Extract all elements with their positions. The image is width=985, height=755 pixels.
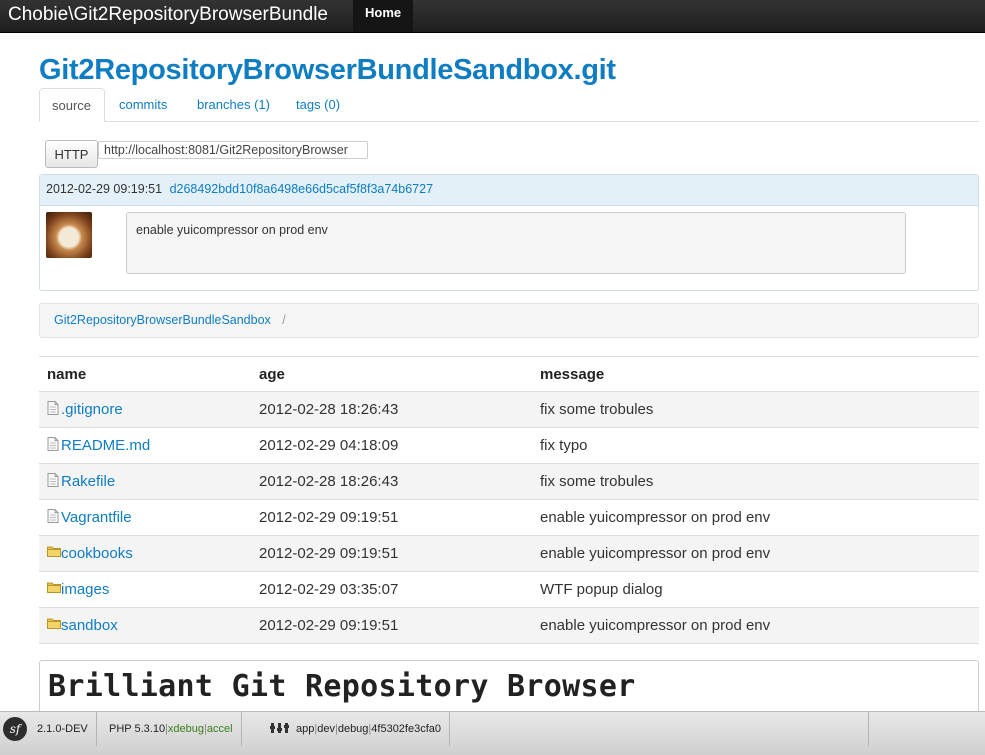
cell-name: sandbox: [39, 607, 251, 644]
cell-age: 2012-02-29 09:19:51: [251, 535, 532, 572]
config-env: dev: [317, 723, 335, 735]
cell-message: fix typo: [532, 427, 979, 464]
cell-name: cookbooks: [39, 535, 251, 572]
file-link[interactable]: README.md: [61, 437, 150, 454]
breadcrumb-separator: /: [282, 313, 286, 327]
clone-protocol-button[interactable]: HTTP: [45, 140, 98, 168]
tab-tags[interactable]: tags (0): [284, 88, 352, 122]
table-row: cookbooks 2012-02-29 09:19:51 enable yuico…: [39, 535, 979, 572]
folder-icon: [47, 617, 61, 631]
repo-tabs: source commits branches (1) tags (0): [39, 88, 979, 122]
php-version: PHP 5.3.10: [109, 723, 166, 735]
file-link[interactable]: .gitignore: [61, 401, 123, 418]
php-info[interactable]: PHP 5.3.10|xdebug|accel: [101, 712, 242, 746]
toolbar-end-panel: [868, 712, 985, 746]
commit-hash-link[interactable]: d268492bdd10f8a6498e66d5caf5f8f3a74b6727: [170, 182, 433, 196]
cell-age: 2012-02-29 09:19:51: [251, 499, 532, 536]
file-link[interactable]: sandbox: [61, 617, 118, 634]
file-link[interactable]: Vagrantfile: [61, 509, 132, 526]
table-row: images 2012-02-29 03:35:07 WTF popup dialo…: [39, 571, 979, 608]
debug-toolbar: sf 2.1.0-DEV PHP 5.3.10|xdebug|accel app…: [0, 711, 985, 755]
table-row: README.md 2012-02-29 04:18:09 fix typo: [39, 427, 979, 464]
breadcrumb: Git2RepositoryBrowserBundleSandbox /: [39, 303, 979, 338]
cell-age: 2012-02-29 04:18:09: [251, 427, 532, 464]
column-header-name: name: [39, 356, 251, 392]
cell-age: 2012-02-29 03:35:07: [251, 571, 532, 608]
cell-message: enable yuicompressor on prod env: [532, 607, 979, 644]
cell-message: WTF popup dialog: [532, 571, 979, 608]
readme-title: Brilliant Git Repository Browser: [48, 669, 636, 704]
file-icon: [47, 437, 59, 451]
file-icon: [47, 473, 59, 487]
cell-name: .gitignore: [39, 391, 251, 428]
config-bars-icon: [270, 715, 290, 749]
cell-name: Rakefile: [39, 463, 251, 500]
file-link[interactable]: cookbooks: [61, 545, 133, 562]
file-table: name age message .gitignore 2012-02-28 18…: [39, 356, 979, 644]
brand-title[interactable]: Chobie\Git2RepositoryBrowserBundle: [8, 2, 328, 28]
file-link[interactable]: Rakefile: [61, 473, 115, 490]
commit-message: enable yuicompressor on prod env: [126, 212, 906, 274]
table-row: Rakefile 2012-02-28 18:26:43 fix some trob…: [39, 463, 979, 500]
cell-age: 2012-02-29 09:19:51: [251, 607, 532, 644]
commit-date: 2012-02-29 09:19:51: [46, 182, 163, 196]
cell-name: README.md: [39, 427, 251, 464]
file-icon: [47, 509, 59, 523]
top-navbar: Chobie\Git2RepositoryBrowserBundle Home: [0, 0, 985, 33]
cell-name: images: [39, 571, 251, 608]
symfony-logo-icon[interactable]: sf: [3, 717, 27, 741]
cell-age: 2012-02-28 18:26:43: [251, 391, 532, 428]
php-ext-xdebug: xdebug: [167, 723, 205, 735]
table-row: .gitignore 2012-02-28 18:26:43 fix some tr…: [39, 391, 979, 428]
cell-message: enable yuicompressor on prod env: [532, 535, 979, 572]
column-header-message: message: [532, 356, 979, 392]
breadcrumb-root-link[interactable]: Git2RepositoryBrowserBundleSandbox: [54, 313, 271, 327]
folder-icon: [47, 581, 61, 595]
cell-message: fix some trobules: [532, 463, 979, 500]
cell-age: 2012-02-28 18:26:43: [251, 463, 532, 500]
cell-message: fix some trobules: [532, 391, 979, 428]
tab-source[interactable]: source: [39, 88, 105, 122]
file-link[interactable]: images: [61, 581, 109, 598]
clone-url-input[interactable]: [98, 141, 368, 159]
folder-icon: [47, 545, 61, 559]
table-row: sandbox 2012-02-29 09:19:51 enable yuicomp…: [39, 607, 979, 644]
config-token: 4f5302fe3cfa0: [371, 723, 442, 735]
cell-message: enable yuicompressor on prod env: [532, 499, 979, 536]
config-info[interactable]: app|dev|debug|4f5302fe3cfa0: [262, 712, 451, 749]
avatar: [46, 212, 92, 258]
table-header-row: name age message: [39, 356, 979, 392]
tab-commits[interactable]: commits: [107, 88, 179, 122]
repo-title[interactable]: Git2RepositoryBrowserBundleSandbox.git: [39, 54, 616, 87]
commit-header: 2012-02-29 09:19:51 d268492bdd10f8a6498e…: [40, 175, 978, 206]
config-debug: debug: [337, 723, 369, 735]
nav-home-link[interactable]: Home: [353, 0, 414, 32]
column-header-age: age: [251, 356, 532, 392]
config-app: app: [296, 723, 315, 735]
cell-name: Vagrantfile: [39, 499, 251, 536]
latest-commit-panel: 2012-02-29 09:19:51 d268492bdd10f8a6498e…: [39, 174, 979, 291]
file-icon: [47, 401, 59, 415]
symfony-version[interactable]: 2.1.0-DEV: [29, 712, 97, 746]
tab-branches[interactable]: branches (1): [185, 88, 282, 122]
table-row: Vagrantfile 2012-02-29 09:19:51 enable yui…: [39, 499, 979, 536]
php-ext-accel: accel: [206, 723, 233, 735]
